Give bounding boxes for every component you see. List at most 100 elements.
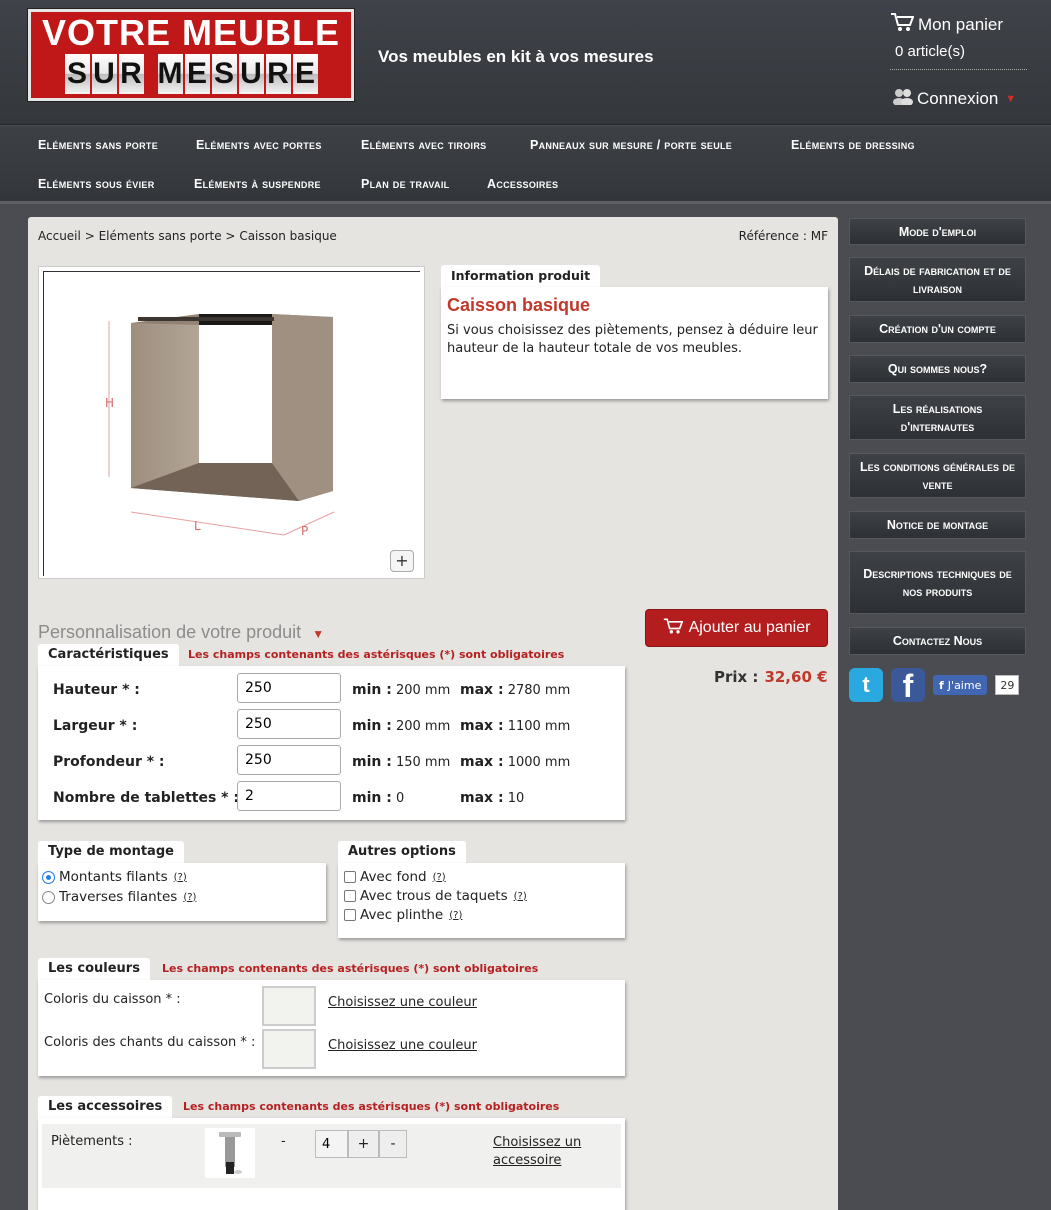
price-value: 32,60 € [764,668,828,686]
pietements-label: Piètements : [51,1134,133,1149]
option-label: Avec trous de taquets [360,888,508,904]
tab-information-produit[interactable]: Information produit [441,265,601,287]
logo-letter-tile: M [157,54,183,94]
main-nav: Eléments sans porte Eléments avec portes… [0,126,1051,204]
nav-item-avec-portes[interactable]: Eléments avec portes [196,138,322,152]
breadcrumb-sep: > [225,229,236,243]
montage-option-label: Montants filants [59,869,168,885]
option-avec-plinthe[interactable]: Avec plinthe (?) [344,907,462,923]
montage-option-montants[interactable]: Montants filants (?) [42,869,187,885]
largeur-label: Largeur * : [53,718,138,734]
twitter-icon[interactable]: t [849,668,883,702]
accessoire-choose-link[interactable]: Choisissez un accessoire [493,1134,603,1170]
breadcrumb: Accueil > Eléments sans porte > Caisson … [38,229,337,243]
nav-item-accessoires[interactable]: Accessoires [487,177,558,191]
sidebar-item-notice[interactable]: Notice de montage [849,511,1026,539]
help-link[interactable]: (?) [514,891,527,902]
cart-icon [663,617,683,640]
checkbox-icon[interactable] [344,871,356,883]
montage-option-traverses[interactable]: Traverses filantes (?) [42,889,196,905]
profondeur-input[interactable] [237,745,341,775]
site-tagline: Vos meubles en kit à vos mesures [378,47,654,66]
facebook-like-button[interactable]: f J'aime [933,675,988,695]
price: Prix : 32,60 € [714,668,828,686]
login-menu[interactable]: Connexion ▼ [892,87,1016,110]
nav-item-dressing[interactable]: Eléments de dressing [791,138,915,152]
montage-option-label: Traverses filantes [59,889,178,905]
breadcrumb-home[interactable]: Accueil [38,229,81,243]
social-links: t f f J'aime 29 [849,668,1020,702]
required-note: Les champs contenants des astérisques (*… [188,648,565,661]
coloris-chants-choose-link[interactable]: Choisissez une couleur [328,1038,477,1053]
cart-widget[interactable]: Mon panier 0 article(s) [890,12,1003,60]
help-link[interactable]: (?) [433,872,446,883]
site-logo[interactable]: VOTRE MEUBLE SURMESURE [28,9,354,101]
tablettes-label: Nombre de tablettes * : [53,790,239,806]
checkbox-icon[interactable] [344,890,356,902]
quantity-minus-button[interactable]: - [379,1130,407,1158]
logo-letter-tile: E [292,54,318,94]
nav-item-avec-tiroirs[interactable]: Eléments avec tiroirs [361,138,486,152]
tab-les-couleurs[interactable]: Les couleurs [38,958,150,980]
option-avec-fond[interactable]: Avec fond (?) [344,869,446,885]
sidebar-item-descriptions[interactable]: Descriptions techniques de nos produits [849,551,1026,614]
sidebar-item-mode-emploi[interactable]: Mode d'emploi [849,218,1026,245]
nav-item-sans-porte[interactable]: Eléments sans porte [38,138,158,152]
caret-down-icon: ▼ [312,627,325,641]
hauteur-max: max : 2780 mm [460,682,571,698]
cart-divider [890,69,1027,70]
profondeur-label: Profondeur * : [53,754,165,770]
pietement-thumbnail[interactable] [205,1128,255,1178]
logo-letter-tile: U [238,54,264,94]
personnalisation-title[interactable]: Personnalisation de votre produit ▼ [38,622,324,643]
tab-type-de-montage[interactable]: Type de montage [38,841,184,863]
product-reference: Référence : MF [738,229,828,243]
autres-options-panel: Avec fond (?) Avec trous de taquets (?) … [338,863,625,938]
coloris-caisson-choose-link[interactable]: Choisissez une couleur [328,995,477,1010]
product-info-panel: Caisson basique Si vous choisissez des p… [441,287,828,399]
largeur-max: max : 1100 mm [460,718,571,734]
logo-letter-tile: R [265,54,291,94]
coloris-caisson-swatch[interactable] [262,986,316,1026]
help-link[interactable]: (?) [449,910,462,921]
zoom-button[interactable]: + [390,550,414,572]
help-link[interactable]: (?) [174,872,187,883]
sidebar-item-creation-compte[interactable]: Création d'un compte [849,315,1026,343]
quantity-plus-button[interactable]: + [348,1130,379,1158]
coloris-chants-label: Coloris des chants du caisson * : [44,1035,256,1050]
sidebar-item-delais[interactable]: Délais de fabrication et de livraison [849,257,1026,302]
logo-bottom-tiles: SURMESURE [37,54,345,94]
hauteur-label: Hauteur * : [53,682,140,698]
cart-label: Mon panier [918,14,1004,34]
couleurs-panel: Coloris du caisson * : Choisissez une co… [38,980,625,1076]
tab-autres-options[interactable]: Autres options [338,841,466,863]
add-to-cart-button[interactable]: Ajouter au panier [645,609,828,647]
nav-item-plan-de-travail[interactable]: Plan de travail [361,177,449,191]
product-title: Caisson basique [447,295,591,315]
caracteristiques-panel: Hauteur * : min : 200 mm max : 2780 mm L… [38,666,625,820]
hauteur-input[interactable] [237,673,341,703]
nav-item-a-suspendre[interactable]: Eléments à suspendre [194,177,321,191]
coloris-chants-swatch[interactable] [262,1029,316,1069]
required-note: Les champs contenants des astérisques (*… [162,962,539,975]
tab-les-accessoires[interactable]: Les accessoires [38,1096,173,1118]
sidebar-item-contact[interactable]: Contactez Nous [849,627,1026,655]
sidebar-item-qui-sommes-nous[interactable]: Qui sommes nous? [849,355,1026,383]
nav-item-sous-evier[interactable]: Eléments sous évier [38,177,155,191]
radio-icon[interactable] [42,890,55,904]
checkbox-icon[interactable] [344,909,356,921]
login-label: Connexion [917,88,999,108]
sidebar-item-realisations[interactable]: Les réalisations d'internautes [849,395,1026,440]
tablettes-input[interactable] [237,781,341,811]
tab-caracteristiques[interactable]: Caractéristiques [38,644,179,666]
option-avec-trous[interactable]: Avec trous de taquets (?) [344,888,527,904]
nav-item-panneaux[interactable]: Panneaux sur mesure / porte seule [530,138,732,152]
radio-selected-icon[interactable] [42,870,55,884]
largeur-input[interactable] [237,709,341,739]
breadcrumb-category[interactable]: Eléments sans porte [99,229,222,243]
sidebar-item-conditions[interactable]: Les conditions générales de vente [849,453,1026,498]
quantity-input[interactable] [315,1130,348,1158]
help-link[interactable]: (?) [183,892,196,903]
product-image[interactable]: H L P + [38,266,425,579]
facebook-icon[interactable]: f [891,668,925,702]
